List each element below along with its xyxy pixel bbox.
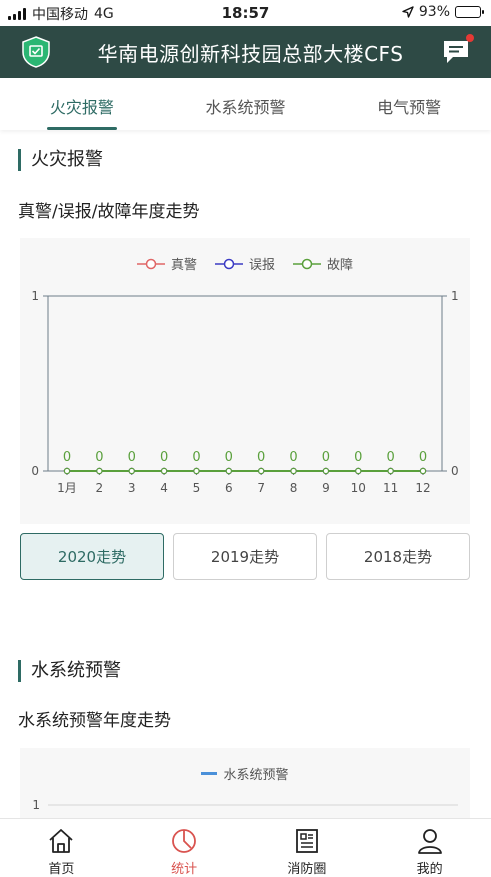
battery-icon: [455, 6, 484, 18]
status-right: 93%: [402, 4, 484, 20]
data-point: [322, 467, 330, 475]
nav-home-label: 首页: [48, 862, 75, 877]
battery-percent: 93%: [418, 4, 450, 20]
data-point: [355, 467, 362, 475]
chat-bubble-icon: [444, 41, 468, 63]
data-point: [193, 467, 200, 475]
x-tick-label: 3: [128, 481, 136, 495]
y-tick-label-right: 1: [451, 289, 459, 303]
y-tick-label-left: 0: [31, 464, 39, 478]
x-tick-label: 9: [322, 481, 330, 495]
nav-fire-circle[interactable]: 消防圈: [246, 819, 369, 877]
data-label: 0: [160, 450, 168, 465]
fire-chart-plot: 1 10 01月 2 3 4 5 6 7 8 9 10 11 120 0 0 0 0 0 0 0 0 0 0 0: [31, 289, 459, 495]
x-tick-label: 5: [193, 481, 201, 495]
x-tick-label: 1月: [57, 481, 77, 495]
nav-profile[interactable]: 我的: [368, 819, 491, 877]
water-chart-subtitle: 水系统预警年度走势: [18, 711, 171, 731]
data-label: 0: [95, 450, 103, 465]
data-label: 0: [225, 450, 233, 465]
data-label: 0: [128, 450, 136, 465]
data-point: [63, 467, 71, 475]
page-title: 华南电源创新科技园总部大楼CFS: [97, 42, 404, 66]
data-point: [387, 467, 394, 475]
fire-trend-chart: 真警 误报 故障 1 1 0 0 1月 2 3 4 5 6 7 8 9 10 11 12 0 0 0 0 0 0 0 0 0 0 0 0: [20, 238, 470, 524]
x-tick-label: 6: [225, 481, 233, 495]
user-icon: [417, 829, 442, 854]
y-tick-label-right: 0: [451, 464, 459, 478]
data-label: 0: [419, 450, 427, 465]
data-label: 0: [386, 450, 394, 465]
newspaper-icon: [295, 829, 318, 853]
message-button[interactable]: [441, 34, 474, 66]
nav-profile-label: 我的: [416, 862, 443, 877]
x-tick-label: 7: [257, 481, 265, 495]
x-tick-label: 2: [96, 481, 104, 495]
data-point: [419, 467, 427, 475]
nav-statistics-label: 统计: [171, 862, 198, 877]
tab-fire-alarm[interactable]: 火灾报警: [0, 78, 164, 130]
data-label: 0: [63, 450, 71, 465]
tab-bar: 火灾报警 水系统预警 电气预警: [0, 78, 491, 130]
year-2019-button[interactable]: 2019走势: [173, 533, 317, 580]
data-label: 0: [289, 450, 297, 465]
data-point: [257, 467, 265, 475]
tab-electrical[interactable]: 电气预警: [327, 78, 491, 130]
status-bar: 中国移动 4G 18:57 93%: [0, 0, 491, 26]
fire-section-title: 火灾报警: [18, 149, 103, 171]
data-label: 0: [257, 450, 265, 465]
year-2018-button[interactable]: 2018走势: [326, 533, 470, 580]
year-2020-button[interactable]: 2020走势: [20, 533, 164, 580]
shield-check-icon: [22, 36, 50, 68]
y-tick-label-left: 1: [31, 289, 39, 303]
x-tick-label: 4: [160, 481, 168, 495]
pie-chart-icon: [172, 829, 197, 853]
nav-home[interactable]: 首页: [0, 819, 123, 877]
water-chart-plot: 1: [32, 798, 458, 812]
water-trend-chart: 水系统预警 1: [20, 748, 470, 820]
data-point: [160, 467, 168, 475]
location-arrow-icon: [402, 6, 414, 18]
data-point: [96, 467, 103, 475]
tab-water-system[interactable]: 水系统预警: [164, 78, 328, 130]
nav-fire-circle-label: 消防圈: [287, 862, 327, 877]
data-point: [290, 467, 297, 475]
bottom-nav: 首页 统计 消防圈 我的: [0, 818, 491, 877]
y-tick-label-left: 1: [32, 798, 40, 812]
year-selector: 2020走势 2019走势 2018走势: [20, 533, 470, 580]
data-label: 0: [322, 450, 330, 465]
fire-chart-subtitle: 真警/误报/故障年度走势: [18, 202, 200, 222]
x-tick-label: 12: [415, 481, 430, 495]
home-icon: [49, 829, 73, 853]
x-tick-label: 10: [351, 481, 366, 495]
data-point: [128, 467, 135, 475]
water-section-title: 水系统预警: [18, 660, 121, 682]
nav-statistics[interactable]: 统计: [123, 819, 246, 877]
data-label: 0: [354, 450, 362, 465]
x-tick-label: 11: [383, 481, 398, 495]
app-header: 华南电源创新科技园总部大楼CFS: [0, 26, 491, 78]
notification-dot: [466, 34, 474, 42]
data-point: [225, 467, 233, 475]
data-label: 0: [192, 450, 200, 465]
x-tick-label: 8: [290, 481, 298, 495]
